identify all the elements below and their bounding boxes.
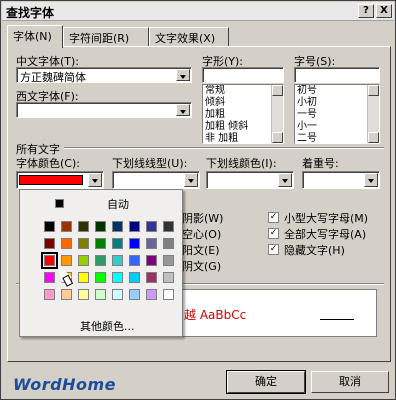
chinese-font-value: 方正魏碑简体	[20, 71, 86, 84]
font-size-scrollbar[interactable]	[367, 85, 379, 143]
western-font-select[interactable]	[16, 102, 192, 118]
color-swatch[interactable]	[146, 255, 157, 266]
color-swatch[interactable]	[146, 221, 157, 232]
automatic-color-option[interactable]: 自动	[25, 194, 175, 212]
font-style-list[interactable]: 常规 倾斜 加粗 加粗 倾斜 非 加粗	[202, 84, 284, 144]
color-swatch[interactable]	[112, 272, 123, 283]
color-swatch[interactable]	[129, 221, 140, 232]
chinese-font-dropdown-icon[interactable]	[176, 69, 190, 81]
color-swatch[interactable]	[78, 221, 89, 232]
hidden-text-checkbox[interactable]: ✓	[268, 244, 279, 255]
more-colors-option[interactable]: 其他颜色...	[80, 318, 135, 334]
color-swatch[interactable]	[44, 272, 55, 283]
chinese-font-select[interactable]: 方正魏碑简体	[16, 67, 192, 84]
tab-font[interactable]: 字体(N)	[7, 25, 63, 48]
color-swatch[interactable]	[95, 221, 106, 232]
font-size-input[interactable]	[294, 67, 380, 83]
divider	[64, 147, 384, 149]
color-swatch[interactable]	[129, 272, 140, 283]
automatic-color-label: 自动	[107, 198, 129, 211]
color-swatch[interactable]	[129, 255, 140, 266]
underline-style-label: 下划线线型(U):	[112, 157, 188, 170]
font-color-dropdown-icon[interactable]	[88, 173, 102, 187]
mouse-pointer-icon	[53, 263, 73, 283]
color-swatch[interactable]	[146, 238, 157, 249]
effect-engrave-label[interactable]: 阴文(G)	[182, 258, 221, 274]
ok-button[interactable]: 确定	[226, 370, 306, 394]
help-button[interactable]: ?	[358, 4, 374, 18]
font-color-swatch	[19, 175, 83, 185]
color-swatch[interactable]	[61, 289, 72, 300]
color-swatch[interactable]	[112, 289, 123, 300]
color-swatch[interactable]	[78, 238, 89, 249]
hidden-text-label[interactable]: 隐藏文字(H)	[284, 242, 345, 258]
scroll-up-icon[interactable]	[368, 85, 379, 96]
color-swatch[interactable]	[112, 221, 123, 232]
scroll-down-icon[interactable]	[368, 132, 379, 143]
font-color-label: 字体颜色(C):	[16, 157, 80, 170]
color-swatch[interactable]	[78, 272, 89, 283]
effect-shadow-label[interactable]: 阴影(W)	[182, 210, 223, 226]
color-swatch[interactable]	[44, 289, 55, 300]
color-swatch[interactable]	[163, 238, 174, 249]
color-swatch[interactable]	[163, 255, 174, 266]
font-style-input[interactable]	[202, 67, 284, 83]
color-swatch[interactable]	[61, 221, 72, 232]
effect-emboss-label[interactable]: 阳文(E)	[182, 242, 220, 258]
tab-character-spacing[interactable]: 字符间距(R)	[63, 27, 149, 47]
find-font-dialog: 查找字体 ? X 字体(N) 字符间距(R) 文字效果(X) 中文字体(T): …	[0, 0, 396, 400]
automatic-color-swatch	[55, 199, 64, 208]
color-swatch[interactable]	[146, 289, 157, 300]
wordhome-watermark: WordHome	[13, 375, 117, 394]
preview-text: 越 AaBbCc	[184, 308, 247, 322]
preview-baseline	[320, 319, 354, 320]
scroll-down-icon[interactable]	[272, 132, 283, 143]
cancel-button[interactable]: 取消	[311, 371, 389, 393]
color-swatch[interactable]	[95, 255, 106, 266]
color-swatch[interactable]	[112, 255, 123, 266]
emphasis-mark-select[interactable]	[302, 171, 380, 189]
underline-style-select[interactable]	[112, 171, 200, 189]
color-swatch[interactable]	[95, 289, 106, 300]
font-size-list[interactable]: 初号 小初 一号 小一 二号	[294, 84, 380, 144]
title-bar: 查找字体 ? X	[2, 2, 394, 21]
font-color-palette: 自动 其他颜色...	[19, 189, 183, 337]
color-swatch[interactable]	[78, 289, 89, 300]
color-swatch[interactable]	[41, 252, 58, 269]
underline-style-dropdown-icon[interactable]	[184, 173, 198, 187]
small-caps-label[interactable]: 小型大写字母(M)	[284, 210, 368, 226]
all-caps-label[interactable]: 全部大写字母(A)	[284, 226, 366, 242]
color-swatch[interactable]	[129, 238, 140, 249]
underline-color-dropdown-icon[interactable]	[278, 173, 292, 187]
emphasis-mark-label: 着重号:	[302, 157, 339, 170]
effect-outline-label[interactable]: 空心(O)	[182, 226, 221, 242]
scroll-up-icon[interactable]	[272, 85, 283, 96]
color-swatch[interactable]	[78, 255, 89, 266]
color-swatch[interactable]	[61, 238, 72, 249]
tab-text-effects[interactable]: 文字效果(X)	[149, 27, 229, 47]
color-swatch[interactable]	[112, 238, 123, 249]
color-swatch[interactable]	[44, 238, 55, 249]
underline-color-select[interactable]	[206, 171, 294, 189]
dialog-title: 查找字体	[6, 6, 55, 20]
color-swatch[interactable]	[95, 238, 106, 249]
color-swatch[interactable]	[95, 272, 106, 283]
color-swatch[interactable]	[163, 289, 174, 300]
color-swatch[interactable]	[146, 272, 157, 283]
color-swatch[interactable]	[44, 221, 55, 232]
small-caps-checkbox[interactable]: ✓	[268, 212, 279, 223]
font-color-select[interactable]	[16, 171, 104, 189]
font-style-scrollbar[interactable]	[271, 85, 283, 143]
color-swatch[interactable]	[163, 272, 174, 283]
color-swatch[interactable]	[129, 289, 140, 300]
color-swatch[interactable]	[163, 221, 174, 232]
emphasis-mark-dropdown-icon[interactable]	[364, 173, 378, 187]
western-font-dropdown-icon[interactable]	[176, 104, 190, 116]
all-caps-checkbox[interactable]: ✓	[268, 228, 279, 239]
close-button[interactable]: X	[376, 4, 392, 18]
underline-color-label: 下划线颜色(I):	[206, 157, 277, 170]
